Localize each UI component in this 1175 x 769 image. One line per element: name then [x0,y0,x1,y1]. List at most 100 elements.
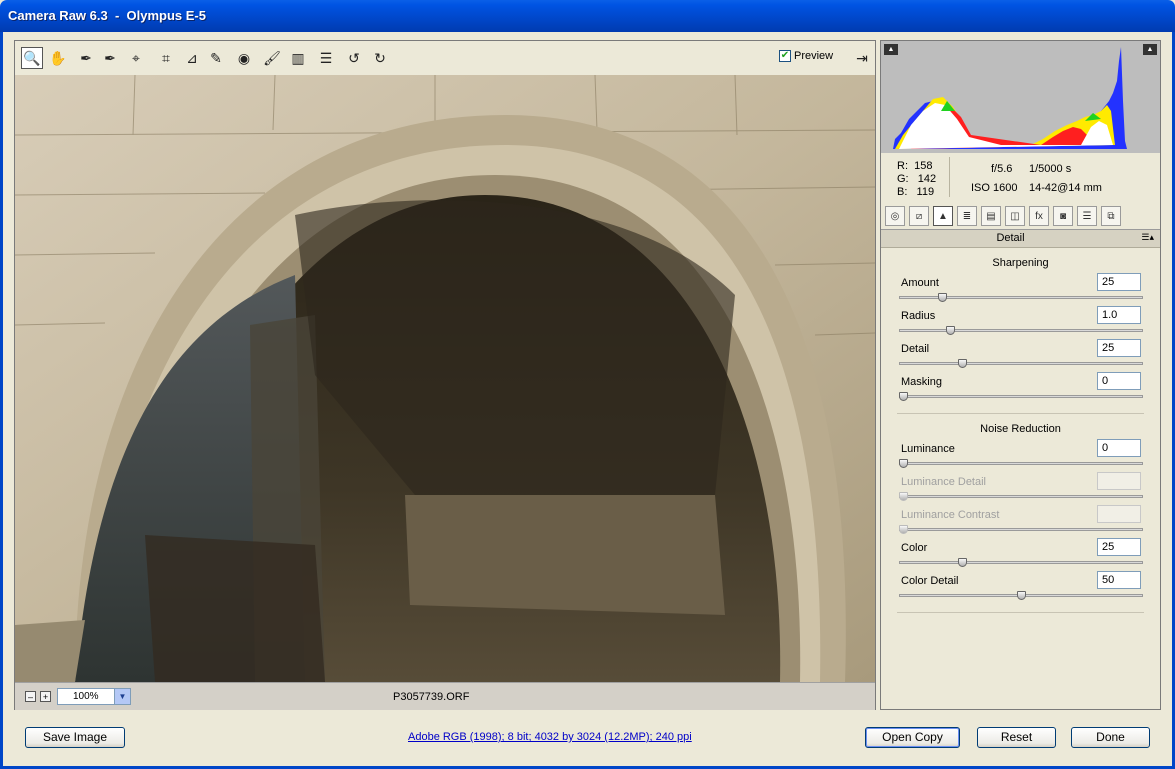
detail-field[interactable]: 25 [1097,339,1141,357]
masking-row: Masking 0 [899,372,1144,405]
preview-checkbox[interactable]: ✔ [779,50,791,62]
amount-slider-thumb[interactable] [938,293,948,302]
preview-toggle[interactable]: ✔ Preview [779,50,833,62]
preview-label: Preview [794,50,834,62]
straighten-tool-icon[interactable]: ⊿ [181,47,203,69]
luminance-contrast-slider-thumb [899,525,908,534]
luminance-contrast-row: Luminance Contrast [899,505,1144,538]
color-field[interactable]: 25 [1097,538,1141,556]
save-image-button[interactable]: Save Image [25,727,125,748]
bridge-photo [15,75,875,682]
detail-slider-thumb[interactable] [958,359,967,368]
radius-label: Radius [901,310,936,322]
histogram: ▲ ▲ [881,41,1160,153]
tab-presets-icon[interactable]: ☰ [1077,206,1097,226]
detail-label: Detail [901,343,930,355]
tab-camera-calibration-icon[interactable]: ◙ [1053,206,1073,226]
rgb-readout: R: 158 G: 142 B: 119 [897,160,937,198]
luminance-detail-row: Luminance Detail [899,472,1144,505]
radius-slider-track[interactable] [899,329,1143,332]
hand-tool-icon[interactable]: ✋ [47,47,69,69]
tab-lens-corrections-icon[interactable]: ◫ [1005,206,1025,226]
tab-tone-curve-icon[interactable]: ⧄ [909,206,929,226]
tab-snapshots-icon[interactable]: ⧉ [1101,206,1121,226]
zoom-out-button[interactable]: – [25,691,36,702]
detail-row: Detail 25 [899,339,1144,372]
title-bar: Camera Raw 6.3 - Olympus E-5 [0,0,1175,32]
info-readout: R: 158 G: 142 B: 119 f/5.6 1/5000 s ISO … [881,153,1160,201]
spot-removal-tool-icon[interactable]: ✎ [205,47,227,69]
noise-reduction-heading: Noise Reduction [980,423,1061,435]
tab-effects-icon[interactable]: fx [1029,206,1049,226]
color-detail-label: Color Detail [901,575,959,587]
zoom-tool-icon[interactable]: 🔍 [21,47,43,69]
crop-tool-icon[interactable]: ⌗ [155,47,177,69]
tab-basic-icon[interactable]: ◎ [885,206,905,226]
luminance-detail-slider-track [899,495,1143,498]
radius-row: Radius 1.0 [899,306,1144,339]
tab-hsl-icon[interactable]: ≣ [957,206,977,226]
status-bar: – + 100% ▼ P3057739.ORF [15,682,875,710]
luminance-field[interactable]: 0 [1097,439,1141,457]
white-balance-tool-icon[interactable]: ✒ [75,47,97,69]
zoom-level-select[interactable]: 100% ▼ [57,688,131,705]
amount-slider-track[interactable] [899,296,1143,299]
color-detail-slider-thumb[interactable] [1017,591,1026,600]
panel-tabs: ◎ ⧄ ▲ ≣ ▤ ◫ fx ◙ ☰ ⧉ [881,204,1160,230]
sharpening-heading: Sharpening [992,257,1049,269]
aperture-value: f/5.6 [991,163,1013,175]
toolbar: ✔ Preview ⇥ 🔍 ✋ ✒ ✒ ⌖ ⌗ ⊿ ✎ ◉ 🖌 ▥ ☰ ↺ ↻ [15,41,875,75]
photo-preview[interactable] [15,75,875,682]
info-divider [949,157,950,197]
masking-slider-thumb[interactable] [899,392,908,401]
workflow-options-link[interactable]: Adobe RGB (1998); 8 bit; 4032 by 3024 (1… [408,731,692,743]
luminance-slider-thumb[interactable] [899,459,908,468]
color-slider-track[interactable] [899,561,1143,564]
amount-field[interactable]: 25 [1097,273,1141,291]
radius-field[interactable]: 1.0 [1097,306,1141,324]
color-detail-row: Color Detail 50 [899,571,1144,604]
tab-detail-icon[interactable]: ▲ [933,206,953,226]
shutter-value: 1/5000 s [1029,163,1072,175]
window-title: Camera Raw 6.3 - Olympus E-5 [8,8,206,23]
color-label: Color [901,542,928,554]
panel-header: Detail ☰▴ [881,230,1160,248]
adjustment-brush-icon[interactable]: 🖌 [261,47,283,69]
image-viewer: ✔ Preview ⇥ 🔍✋✒✒⌖⌗⊿✎◉🖌▥☰↺↻ [14,40,876,710]
zoom-level-value: 100% [73,691,99,702]
color-detail-field[interactable]: 50 [1097,571,1141,589]
filename-label: P3057739.ORF [393,691,470,703]
color-sampler-tool-icon[interactable]: ✒ [99,47,121,69]
luminance-contrast-label: Luminance Contrast [901,509,1000,521]
section-divider [897,413,1144,414]
zoom-in-button[interactable]: + [40,691,51,702]
lens-value: 14-42@14 mm [1029,182,1102,194]
panel-title: Detail [996,232,1025,244]
tab-split-toning-icon[interactable]: ▤ [981,206,1001,226]
reset-button[interactable]: Reset [977,727,1056,748]
preferences-icon[interactable]: ☰ [315,47,337,69]
rotate-right-icon[interactable]: ↻ [369,47,391,69]
graduated-filter-icon[interactable]: ▥ [287,47,309,69]
open-copy-button[interactable]: Open Copy [865,727,960,748]
histogram-graph [893,47,1127,149]
luminance-label: Luminance [901,443,955,455]
luminance-detail-field [1097,472,1141,490]
luminance-contrast-field [1097,505,1141,523]
panel-menu-icon[interactable]: ☰▴ [1141,232,1154,243]
done-button[interactable]: Done [1071,727,1150,748]
color-slider-thumb[interactable] [958,558,967,567]
targeted-adjustment-tool-icon[interactable]: ⌖ [125,47,147,69]
fullscreen-toggle-icon[interactable]: ⇥ [851,47,873,69]
chevron-down-icon[interactable]: ▼ [114,689,130,704]
luminance-contrast-slider-track [899,528,1143,531]
red-eye-removal-tool-icon[interactable]: ◉ [233,47,255,69]
rotate-left-icon[interactable]: ↺ [343,47,365,69]
masking-slider-track[interactable] [899,395,1143,398]
masking-field[interactable]: 0 [1097,372,1141,390]
radius-slider-thumb[interactable] [946,326,956,335]
detail-slider-track[interactable] [899,362,1143,365]
luminance-slider-track[interactable] [899,462,1143,465]
section-divider [897,612,1144,613]
adjustments-panel: ▲ ▲ R: 158 G: 142 B: 119 f/5.6 1/5000 s … [880,40,1161,710]
